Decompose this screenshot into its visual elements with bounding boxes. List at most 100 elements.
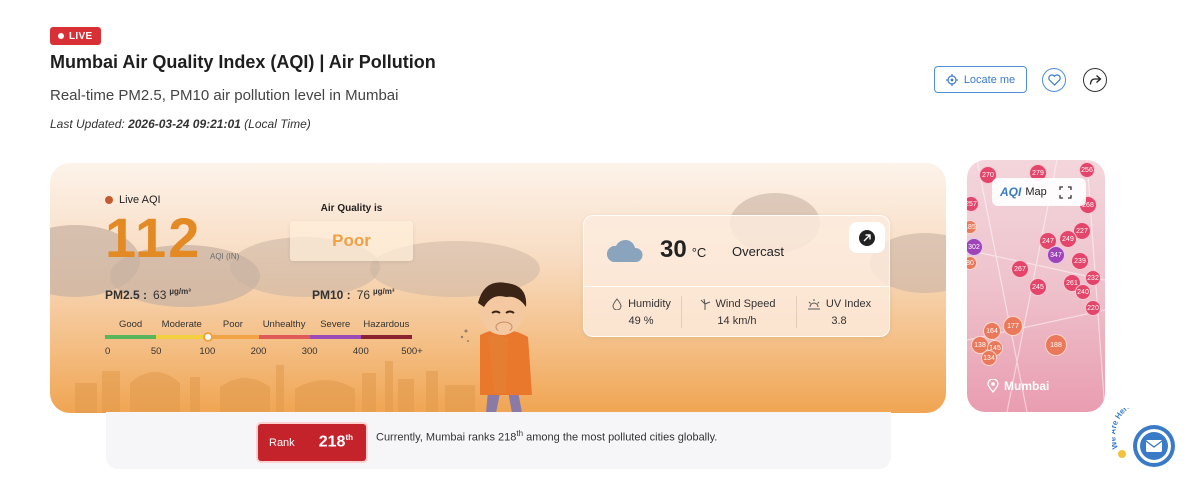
aqi-scale-number: 300 [301, 346, 318, 357]
aqi-scale-segment [258, 335, 310, 339]
stat-separator [681, 296, 682, 328]
mini-map-card[interactable]: 270 279 256 257 268 227 302 247 249 347 239 267 245 2… [967, 160, 1105, 412]
humidity-icon [612, 298, 622, 310]
live-badge: LIVE [50, 27, 102, 45]
rank-text-after: among the most polluted cities globally. [523, 431, 718, 444]
sun-horizon-icon [807, 299, 820, 310]
map-city-name: Mumbai [1004, 379, 1050, 393]
humidity-stat: Humidity 49 % [591, 298, 691, 327]
map-aqi-marker[interactable]: 256 [1079, 162, 1095, 178]
rank-badge: Rank 218th [258, 424, 366, 461]
favorite-button[interactable] [1042, 68, 1066, 92]
rank-text-before: Currently, Mumbai ranks 218 [376, 431, 517, 444]
aqi-scale-segment [105, 335, 157, 339]
coughing-boy-illustration [460, 282, 532, 413]
temperature-value: 30 [660, 236, 687, 263]
aqi-scale-label: Severe [320, 319, 351, 330]
share-button[interactable] [1083, 68, 1107, 92]
weather-condition: Overcast [732, 244, 785, 259]
map-aqi-marker[interactable]: 188 [1045, 334, 1067, 356]
crosshair-icon [945, 73, 958, 86]
wind-speed-stat: Wind Speed 14 km/h [687, 298, 787, 327]
locate-me-label: Locate me [963, 73, 1016, 86]
page-title: Mumbai Air Quality Index (AQI) | Air Pol… [50, 52, 436, 72]
air-quality-status: Poor [290, 221, 413, 261]
fullscreen-icon[interactable] [1059, 185, 1072, 199]
aqi-scale-bar [105, 335, 413, 339]
humidity-label: Humidity [628, 298, 671, 310]
map-aqi-marker[interactable]: 249 [1059, 230, 1077, 248]
aqi-scale-label: Moderate [161, 319, 202, 330]
air-quality-heading: Air Quality is [320, 203, 383, 214]
last-updated: Last Updated: 2026-03-24 09:21:01 (Local… [50, 117, 311, 131]
pm25-reading: PM2.5 : 63 µg/m³ [105, 287, 191, 302]
map-aqi-marker[interactable]: 240 [1075, 284, 1091, 300]
aqi-scale-number: 500+ [401, 346, 423, 357]
pm10-unit: µg/m³ [373, 287, 395, 296]
heart-icon [1047, 74, 1061, 86]
live-dot-icon [58, 33, 64, 39]
temperature: 30 °C [660, 236, 706, 264]
live-aqi-dot-icon [105, 196, 113, 204]
contact-label: We Are Here! [1108, 399, 1134, 450]
rank-value: 218th [319, 433, 353, 451]
rank-number: 218 [318, 433, 346, 451]
map-city-label: Mumbai [987, 379, 1049, 393]
aqi-scale-number: 50 [150, 346, 162, 357]
aqi-scale-label: Poor [222, 319, 243, 330]
rank-label: Rank [269, 436, 295, 449]
map-aqi-marker[interactable]: 134 [981, 350, 997, 366]
aqi-scale-number: 200 [250, 346, 267, 357]
aqi-scale-segment [156, 335, 208, 339]
arrow-up-right-icon [859, 229, 875, 246]
rank-description: Currently, Mumbai ranks 218th among the … [376, 426, 726, 446]
map-label: Map [1025, 186, 1047, 198]
aqi-scale-number: 400 [352, 346, 369, 357]
aqi-scale-segment [207, 335, 259, 339]
temperature-unit: °C [691, 245, 707, 260]
map-aqi-marker[interactable]: 245 [1029, 278, 1047, 296]
rank-suffix: th [345, 433, 353, 443]
cloud-icon [606, 239, 643, 262]
map-aqi-marker[interactable]: 267 [1011, 260, 1029, 278]
aqi-scale-marker [203, 332, 214, 342]
wind-speed-value: 14 km/h [717, 315, 757, 327]
aqi-scale-number: 0 [105, 346, 111, 357]
we-are-here-badge: We Are Here! [1108, 399, 1175, 467]
aqi-scale-label: Hazardous [363, 319, 410, 330]
map-aqi-marker[interactable]: 220 [1085, 300, 1101, 316]
share-arrow-icon [1089, 75, 1101, 85]
weather-details-button[interactable] [849, 222, 885, 253]
wind-turbine-icon [700, 298, 710, 310]
pm25-value: 63 [153, 288, 167, 302]
aqi-scale-label: Unhealthy [262, 319, 306, 330]
map-toolbar: AQI Map [992, 178, 1086, 206]
aqi-scale-segment [360, 335, 413, 339]
page-subtitle: Real-time PM2.5, PM10 air pollution leve… [50, 87, 399, 104]
map-aqi-marker[interactable]: 177 [1003, 316, 1023, 336]
svg-text:We Are Here!: We Are Here! [1112, 408, 1135, 450]
live-badge-label: LIVE [69, 30, 93, 42]
pm25-unit: µg/m³ [169, 287, 191, 296]
aqi-scale-label: Good [118, 319, 143, 330]
map-aqi-marker[interactable]: 347 [1047, 246, 1065, 264]
uv-index-value: 3.8 [831, 315, 847, 327]
last-updated-value: 2026-03-24 09:21:01 [128, 117, 241, 131]
pm10-value: 76 [356, 288, 371, 302]
aqi-value: 112 [105, 206, 202, 269]
wind-speed-label: Wind Speed [715, 298, 776, 310]
locate-me-button[interactable]: Locate me [934, 66, 1027, 93]
location-pin-icon [987, 379, 999, 393]
aqi-scale-number: 100 [199, 346, 216, 357]
map-aqi-logo: AQI [1000, 185, 1022, 199]
last-updated-suffix: (Local Time) [244, 117, 311, 131]
map-aqi-marker[interactable]: 239 [1071, 252, 1089, 270]
pm25-label: PM2.5 : [105, 288, 148, 302]
contact-us-button[interactable]: We Are Here! [1108, 399, 1182, 476]
map-aqi-marker[interactable]: 232 [1085, 270, 1101, 286]
live-aqi-text: Live AQI [119, 194, 161, 206]
live-aqi-label: Live AQI [105, 194, 161, 206]
pm10-reading: PM10 : 76 µg/m³ [312, 287, 395, 302]
weather-divider [584, 286, 889, 287]
aqi-scale-segment [309, 335, 361, 339]
